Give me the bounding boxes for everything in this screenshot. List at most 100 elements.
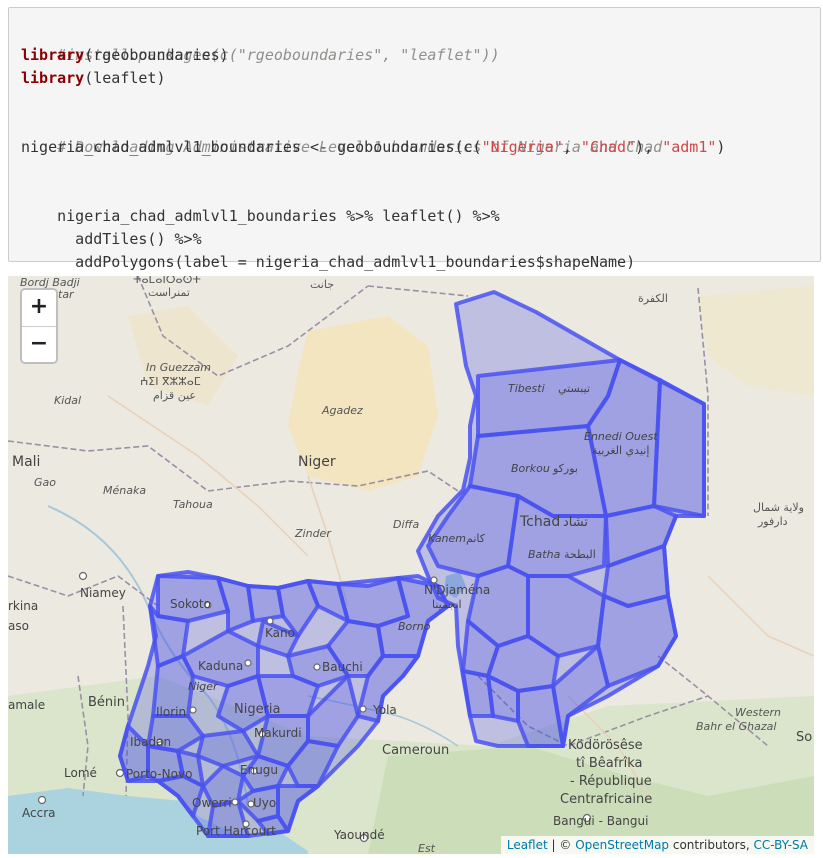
label-tchad: Tchad [519, 514, 560, 530]
label-north-darfur-ar: ولاية شمال [753, 501, 804, 514]
city-dot [266, 617, 274, 625]
label-ilorin: Ilorin [156, 705, 186, 719]
label-ibadan: Ibadan [130, 735, 171, 749]
label-kufra-ar: الكفرة [638, 292, 668, 305]
label-darfur-ar: دارفور [757, 515, 788, 528]
label-kaduna: Kaduna [198, 659, 243, 673]
label-janet-ar: جانت [310, 278, 334, 291]
label-tibesti: Tibesti [508, 382, 545, 395]
label-lome: Lomé [64, 766, 97, 780]
code-keyword: library [21, 69, 85, 87]
code-text: nigeria_chad_admlvl1_boundaries <- geobo… [21, 138, 482, 156]
label-niamey: Niamey [80, 586, 126, 600]
label-kanem: Kanem [428, 532, 466, 545]
label-western: Western [735, 706, 781, 719]
label-tamale-partial: amale [8, 698, 45, 712]
label-centrafricaine: Centrafricaine [560, 792, 652, 807]
label-owerri: Owerri [192, 796, 232, 810]
label-in-guezzam-tif: ⵄⵉⵏ ⴳⵣⵣⴰⵎ [140, 375, 201, 388]
label-tamanrasset-ar: تمنراست [148, 286, 190, 299]
leaflet-map[interactable]: Bordj Badji tar ⵜⴰⵎⴰⵏⵔⴰⵙⵜ تمنراست جانت ا… [8, 276, 814, 854]
label-bauchi: Bauchi [322, 660, 363, 674]
label-enugu: Enugu [240, 763, 278, 777]
label-bangui: Bangui - Bangui [553, 814, 648, 828]
license-link[interactable]: CC-BY-SA [753, 838, 808, 852]
code-line-library-rgeoboundaries: library(rgeoboundaries) [21, 44, 229, 67]
label-est: Est [418, 842, 436, 854]
polygon-ennedi-est[interactable] [652, 378, 706, 518]
zoom-in-button[interactable]: + [22, 290, 56, 327]
label-tahoua: Tahoua [173, 498, 213, 511]
attribution-contributors: contributors, [669, 838, 754, 852]
label-kanem-ar: كانم [466, 532, 486, 545]
label-republique: - République [570, 774, 652, 789]
label-borkou-ar: بوركو [552, 462, 578, 475]
city-dot [359, 705, 367, 713]
label-kidal: Kidal [54, 394, 81, 407]
map-attribution: Leaflet | © OpenStreetMap contributors, … [500, 836, 814, 854]
label-cameroun: Cameroun [382, 743, 449, 758]
label-batha: Batha [528, 548, 561, 561]
label-porto-novo: Porto-Novo [126, 767, 192, 781]
code-line-assignment: nigeria_chad_admlvl1_boundaries <- geobo… [21, 136, 725, 159]
label-bahr-el-ghazal: Bahr el Ghazal [696, 720, 776, 733]
openstreetmap-link[interactable]: OpenStreetMap [575, 838, 669, 852]
label-in-guezzam: In Guezzam [146, 361, 211, 374]
label-in-guezzam-ar: عين قزام [153, 389, 196, 402]
label-ndjamena-ar: انجمينا [432, 598, 462, 611]
label-sokoto: Sokoto [170, 597, 211, 611]
label-yaounde: Yaoundé [333, 828, 385, 842]
label-burkina-partial: rkina [8, 599, 38, 613]
label-benin: Bénin [88, 695, 125, 710]
label-tchad-ar: تشاد [563, 515, 588, 530]
city-dot [231, 798, 239, 806]
label-port-harcourt: Port Harcourt [196, 824, 276, 838]
code-text: ) [716, 138, 726, 156]
label-makurdi: Makurdi [254, 726, 302, 740]
label-tar: tar [58, 288, 75, 301]
label-kodorosese: Ködörösêse [568, 738, 643, 753]
label-ennedi: Ennedi Ouest [584, 430, 658, 443]
label-borno: Borno [398, 620, 431, 633]
city-dot [115, 768, 125, 778]
label-batha-ar: البطحة [564, 548, 596, 561]
city-dot [78, 571, 88, 581]
label-nigeria: Nigeria [234, 702, 281, 717]
city-dot [189, 706, 197, 714]
label-uyo: Uyo [253, 796, 276, 810]
label-ndjamena: N'Djaména [424, 583, 490, 597]
code-text: addPolygons(label = nigeria_chad_admlvl1… [57, 253, 636, 271]
code-keyword: library [21, 46, 85, 64]
attribution-separator: | © [547, 838, 576, 852]
label-agadez: Agadez [321, 404, 363, 417]
label-zinder: Zinder [294, 527, 332, 540]
label-mali: Mali [12, 454, 40, 470]
label-ti-beafrika: tî Bêafrîka [576, 756, 643, 771]
label-yola: Yola [372, 703, 397, 717]
code-line-library-leaflet: library(leaflet) [21, 67, 166, 90]
label-menaka: Ménaka [103, 484, 146, 497]
city-dot [244, 659, 252, 667]
label-south-sudan-partial: So [796, 730, 812, 745]
code-string: "Nigeria" [481, 138, 563, 156]
label-niger-country: Niger [298, 454, 336, 470]
city-dot [37, 795, 47, 805]
label-tibesti-ar: تيبستي [558, 382, 590, 395]
label-tamanrasset-tif: ⵜⴰⵎⴰⵏⵔⴰⵙⵜ [133, 276, 201, 286]
label-borkou: Borkou [511, 462, 550, 475]
code-string: "adm1" [662, 138, 717, 156]
code-text: (rgeoboundaries) [84, 46, 229, 64]
code-text: (leaflet) [84, 69, 166, 87]
map-canvas[interactable]: Bordj Badji tar ⵜⴰⵎⴰⵏⵔⴰⵙⵜ تمنراست جانت ا… [8, 276, 814, 854]
zoom-control: + − [20, 288, 58, 364]
city-dot [313, 663, 321, 671]
label-accra: Accra [22, 806, 55, 820]
label-faso-partial: aso [8, 619, 29, 633]
leaflet-link[interactable]: Leaflet [507, 838, 548, 852]
label-kano: Kano [265, 626, 295, 640]
code-block: #install.packages(c("rgeoboundaries", "l… [8, 7, 821, 271]
code-text: ), [635, 138, 663, 156]
zoom-out-button[interactable]: − [22, 327, 56, 362]
code-text: , [562, 138, 581, 156]
label-niger-state: Niger [188, 680, 219, 693]
